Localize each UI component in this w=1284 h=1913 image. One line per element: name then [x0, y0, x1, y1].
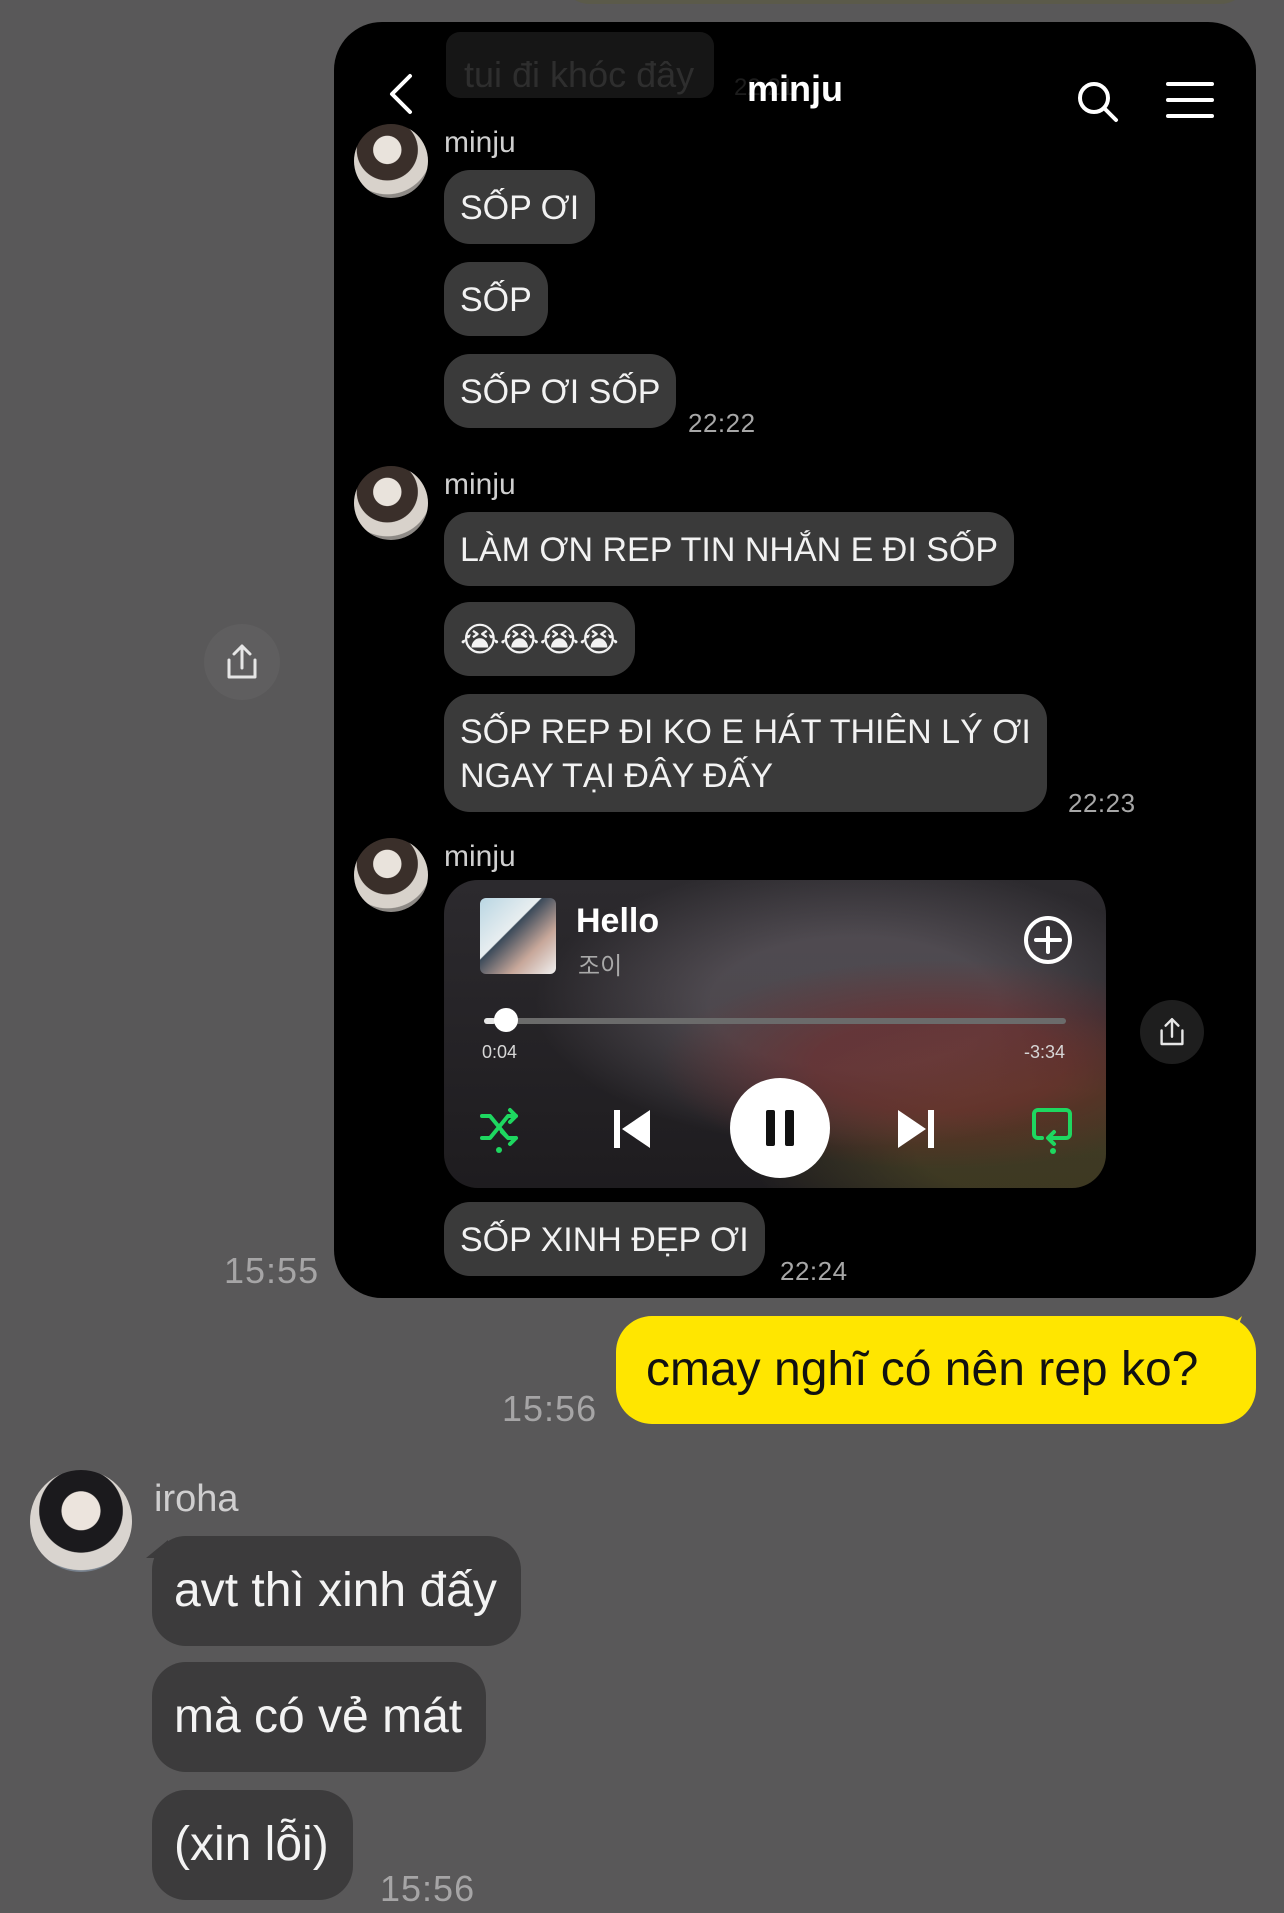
message-bubble[interactable]: avt thì xinh đấy	[152, 1536, 521, 1646]
message-time: 15:56	[380, 1868, 476, 1909]
share-icon	[1160, 1018, 1184, 1046]
search-icon	[1078, 82, 1118, 122]
message-bubble: SỐP REP ĐI KO E HÁT THIÊN LÝ ƠI NGAY TẠI…	[444, 694, 1047, 812]
previous-track-icon[interactable]	[612, 1108, 652, 1150]
song-artist: 조이	[578, 953, 623, 980]
share-button[interactable]	[1140, 1000, 1204, 1064]
share-button[interactable]	[204, 624, 280, 700]
progress-track[interactable]	[484, 1018, 1066, 1024]
remaining-time: -3:34	[1024, 1042, 1066, 1062]
message-bubble[interactable]: mà có vẻ mát	[152, 1662, 487, 1772]
message-time: 15:56	[502, 1388, 598, 1429]
sender-name: minju	[444, 840, 516, 873]
previous-message-bubble	[560, 0, 1250, 4]
elapsed-time: 0:04	[482, 1042, 518, 1062]
message-time: 22:24	[780, 1256, 848, 1286]
sender-name: minju	[444, 468, 516, 501]
shuffle-icon[interactable]	[478, 1106, 522, 1154]
sender-name: iroha	[154, 1478, 239, 1520]
avatar	[354, 124, 428, 198]
message-bubble: SỐP	[444, 262, 548, 336]
emoji-message: 😭😭😭😭	[444, 602, 635, 676]
message-bubble: SỐP ƠI SỐP	[444, 354, 677, 428]
add-icon[interactable]	[1022, 914, 1074, 966]
message-bubble: SỐP ƠI	[444, 170, 596, 244]
message-bubble: SỐP XINH ĐẸP ƠI	[444, 1202, 765, 1276]
message-time: 22:22	[688, 408, 756, 438]
message-bubble[interactable]: (xin lỗi)	[152, 1790, 353, 1900]
repeat-icon[interactable]	[1032, 1104, 1074, 1154]
message-time: 15:55	[224, 1250, 320, 1291]
album-cover	[480, 898, 556, 974]
my-message-bubble[interactable]: cmay nghĩ có nên rep ko?	[616, 1316, 1256, 1424]
avatar	[354, 838, 428, 912]
pause-icon	[766, 1110, 794, 1146]
screenshot-image[interactable]: tui đi khóc đây 22:21 minju minju SỐP ƠI…	[334, 22, 1256, 1298]
avatar	[354, 466, 428, 540]
avatar[interactable]	[30, 1470, 132, 1572]
sender-name: minju	[444, 126, 516, 159]
message-time: 22:23	[1068, 788, 1136, 818]
song-title: Hello	[576, 902, 660, 940]
music-player-card[interactable]: Hello 조이 0:04 -3:34	[444, 880, 1106, 1188]
menu-icon	[1166, 82, 1214, 118]
progress-knob[interactable]	[493, 1008, 518, 1032]
message-bubble: LÀM ƠN REP TIN NHẮN E ĐI SỐP	[444, 512, 1015, 586]
share-icon	[227, 644, 257, 679]
pause-button[interactable]	[730, 1078, 830, 1178]
next-track-icon[interactable]	[896, 1108, 936, 1150]
